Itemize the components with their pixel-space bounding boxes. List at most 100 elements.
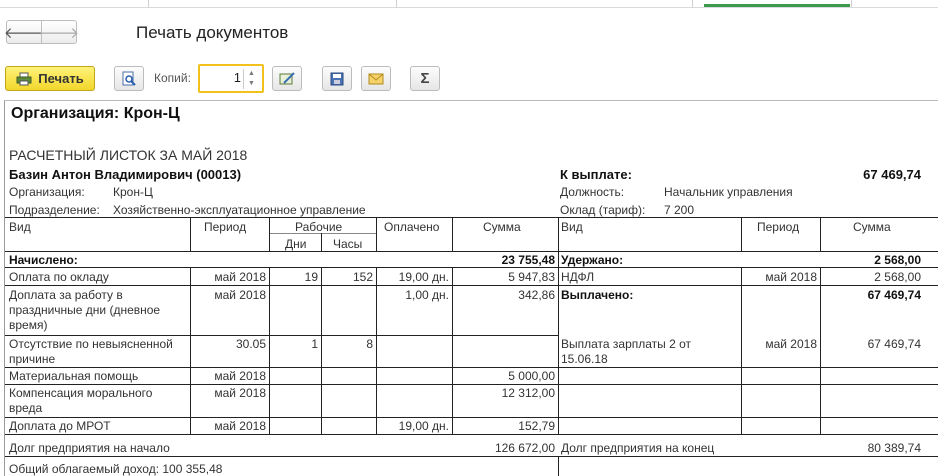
page-title: Печать документов — [136, 23, 289, 42]
withholding-period: май 2018 — [765, 270, 817, 284]
copies-input[interactable]: 1 ▲ ▼ — [198, 64, 264, 93]
arrow-right-icon: 🡒 — [38, 24, 80, 42]
column-divider — [190, 217, 191, 251]
row-period: май 2018 — [214, 386, 266, 400]
accrued-label: Начислено: — [9, 253, 78, 267]
row-vid-line: праздничные дни (дневное — [9, 303, 161, 317]
header-hours: Часы — [333, 237, 363, 251]
position-label: Должность: — [560, 185, 625, 199]
save-button[interactable] — [322, 66, 352, 91]
row-paid: 19,00 дн. — [398, 419, 449, 433]
department-label: Подразделение: — [9, 203, 100, 217]
active-tab-indicator — [704, 4, 850, 7]
row-vid-line: Компенсация морального — [9, 386, 153, 400]
accrued-total: 23 755,48 — [501, 253, 555, 267]
position-value: Начальник управления — [664, 185, 793, 199]
tab-separator — [396, 0, 397, 7]
forward-button[interactable]: 🡒 — [38, 20, 80, 44]
row-line — [558, 367, 938, 368]
row-period: май 2018 — [214, 270, 266, 284]
payout-sum: 67 469,74 — [867, 337, 921, 351]
sum-button[interactable]: Σ — [410, 66, 440, 91]
row-period: май 2018 — [214, 369, 266, 383]
edit-icon — [279, 71, 295, 84]
header-days: Дни — [285, 237, 307, 251]
paid-out-label: Выплачено: — [561, 288, 634, 302]
preview-button[interactable] — [114, 66, 144, 91]
edit-button[interactable] — [272, 66, 302, 91]
row-period: май 2018 — [214, 288, 266, 302]
row-vid-line: вреда — [9, 401, 43, 415]
pay-label: К выплате: — [560, 167, 632, 182]
row-sum: 12 312,00 — [501, 386, 555, 400]
row-hours: 152 — [352, 270, 373, 284]
taxable-income: Общий облагаемый доход: 100 355,48 — [9, 462, 223, 476]
header-bottom-border — [5, 251, 938, 252]
tab-separator — [692, 0, 693, 7]
payout-vid-line: 15.06.18 — [561, 352, 608, 366]
debt-end-label: Долг предприятия на конец — [561, 441, 715, 455]
salary-value: 7 200 — [664, 203, 695, 217]
row-vid-line: причине — [9, 352, 56, 366]
column-divider — [820, 217, 821, 251]
envelope-icon — [368, 73, 384, 84]
employee-name: Базин Антон Владимирович (00013) — [9, 167, 242, 182]
header-period-right: Период — [757, 220, 800, 234]
copies-value: 1 — [233, 70, 241, 85]
copies-label: Копий: — [154, 71, 191, 85]
header-sum-right: Сумма — [853, 220, 891, 234]
row-vid: Оплата по окладу — [9, 270, 109, 284]
row-period: 30.05 — [235, 337, 266, 351]
column-divider — [452, 217, 453, 251]
header-paid: Оплачено — [384, 220, 440, 234]
email-button[interactable] — [361, 66, 391, 91]
row-paid: 1,00 дн. — [405, 288, 449, 302]
preview-magnifier-icon — [122, 71, 136, 86]
totals-line — [5, 267, 938, 268]
header-vid: Вид — [9, 220, 31, 234]
debt-start-label: Долг предприятия на начало — [9, 441, 170, 455]
row-line — [5, 384, 938, 385]
row-paid: 19,00 дн. — [398, 270, 449, 284]
column-divider — [376, 217, 377, 251]
withheld-label: Удержано: — [561, 253, 624, 267]
row-vid-line: Доплата за работу в — [9, 288, 123, 302]
row-vid: Материальная помощь — [9, 369, 139, 383]
row-vid-line: Отсутствие по невыясненной — [9, 337, 173, 351]
column-divider — [269, 217, 270, 251]
row-line — [5, 335, 558, 336]
table-bottom-border — [5, 434, 938, 435]
organization-header: Организация: Крон-Ц — [11, 105, 180, 122]
print-button[interactable]: Печать — [5, 66, 95, 91]
debt-line — [5, 456, 938, 457]
pay-value: 67 469,74 — [863, 167, 921, 182]
paid-out-total: 67 469,74 — [867, 288, 921, 302]
column-divider — [321, 233, 322, 251]
withholding-vid: НДФЛ — [561, 270, 595, 284]
row-hours: 8 — [366, 337, 373, 351]
withheld-total: 2 568,00 — [874, 253, 921, 267]
payout-period: май 2018 — [765, 337, 817, 351]
payslip-title: РАСЧЕТНЫЙ ЛИСТОК ЗА МАЙ 2018 — [9, 147, 248, 163]
copies-stepper[interactable]: ▲ ▼ — [243, 69, 259, 89]
withholding-sum: 2 568,00 — [874, 270, 921, 284]
back-button[interactable]: 🡐 — [4, 20, 44, 44]
salary-label: Оклад (тариф): — [560, 203, 646, 217]
header-period: Период — [204, 220, 247, 234]
row-line — [5, 367, 558, 368]
header-vid-right: Вид — [561, 220, 583, 234]
section-divider — [558, 456, 559, 476]
row-days: 19 — [304, 270, 318, 284]
printer-icon — [16, 72, 32, 85]
window-tab-strip — [0, 0, 938, 8]
sigma-icon: Σ — [420, 70, 430, 87]
row-line — [5, 285, 938, 286]
org-value: Крон-Ц — [113, 185, 153, 199]
section-divider — [558, 217, 559, 434]
tab-separator — [148, 0, 149, 7]
payslip-document: Организация: Крон-Ц РАСЧЕТНЫЙ ЛИСТОК ЗА … — [4, 100, 938, 476]
debt-start-value: 126 672,00 — [494, 441, 555, 455]
tab-separator — [851, 0, 852, 7]
department-value: Хозяйственно-эксплуатационное управление — [113, 203, 366, 217]
row-period: май 2018 — [214, 419, 266, 433]
